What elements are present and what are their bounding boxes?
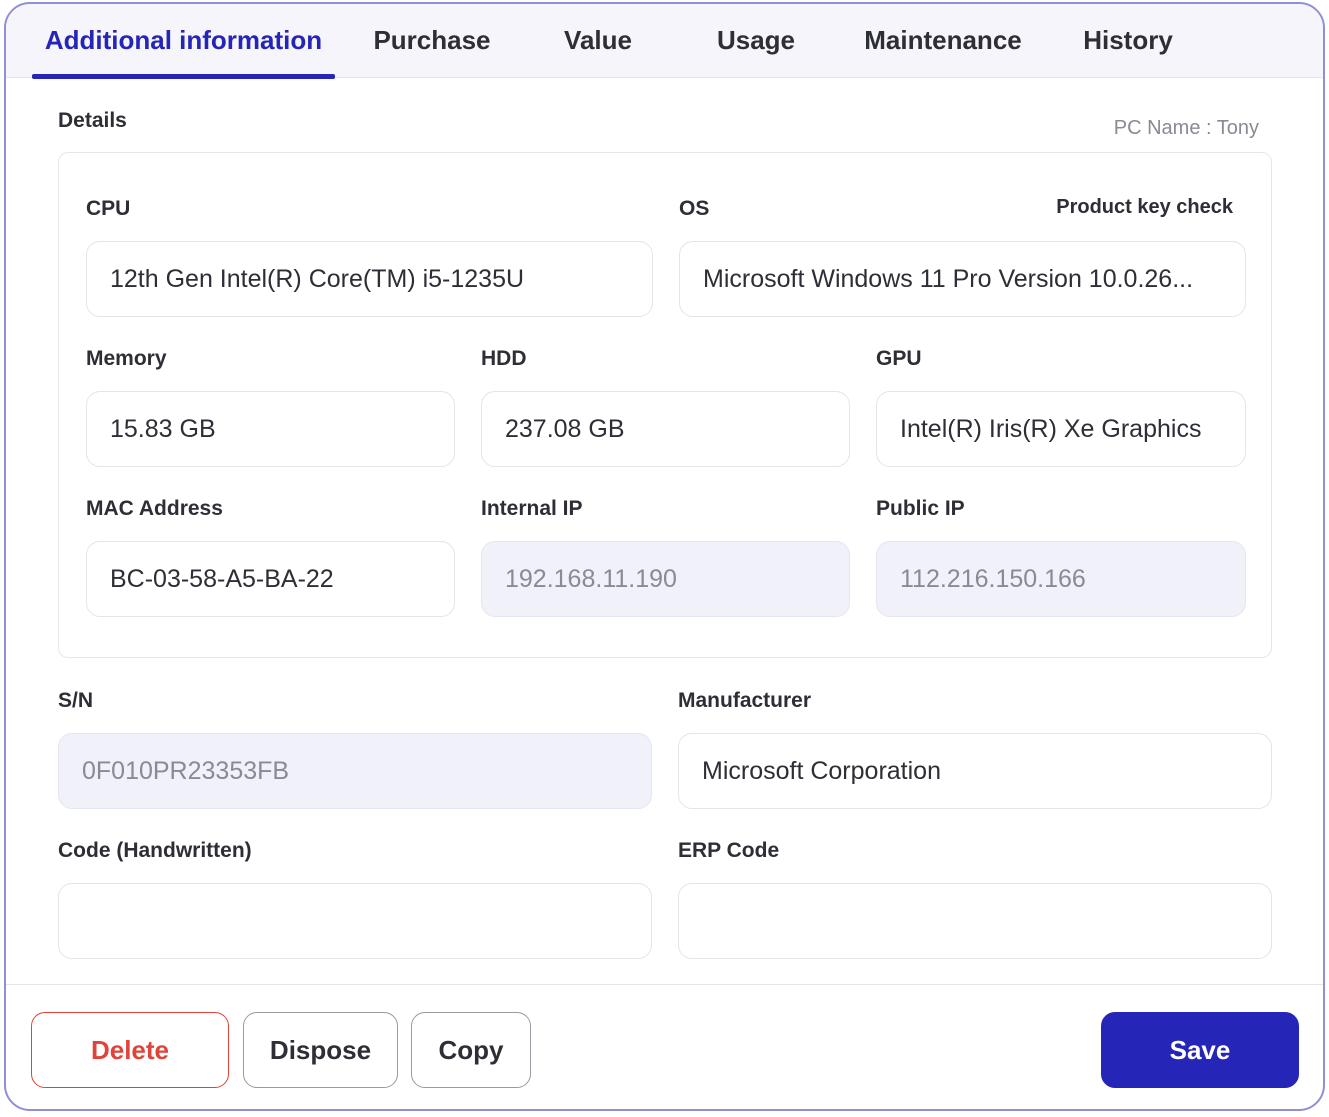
memory-field[interactable]: 15.83 GB	[86, 391, 455, 467]
gpu-field[interactable]: Intel(R) Iris(R) Xe Graphics	[876, 391, 1246, 467]
tab-purchase[interactable]: Purchase	[362, 4, 502, 78]
copy-button[interactable]: Copy	[411, 1012, 531, 1088]
cpu-field[interactable]: 12th Gen Intel(R) Core(TM) i5-1235U	[86, 241, 653, 317]
internal-ip-field: 192.168.11.190	[481, 541, 850, 617]
tab-bar: Additional information Purchase Value Us…	[6, 4, 1323, 79]
tab-maintenance[interactable]: Maintenance	[854, 4, 1032, 78]
tab-label: Maintenance	[864, 25, 1022, 55]
delete-button[interactable]: Delete	[31, 1012, 229, 1088]
tab-label: History	[1083, 25, 1173, 55]
tab-value[interactable]: Value	[546, 4, 650, 78]
public-ip-field: 112.216.150.166	[876, 541, 1246, 617]
cpu-label: CPU	[86, 197, 131, 220]
asset-detail-panel: Additional information Purchase Value Us…	[4, 2, 1325, 1111]
details-heading: Details	[58, 109, 127, 132]
erp-code-label: ERP Code	[678, 839, 780, 862]
sn-field: 0F010PR23353FB	[58, 733, 652, 809]
internal-ip-label: Internal IP	[481, 497, 583, 520]
product-key-check-link[interactable]: Product key check	[1056, 196, 1233, 219]
hdd-label: HDD	[481, 347, 527, 370]
os-field[interactable]: Microsoft Windows 11 Pro Version 10.0.26…	[679, 241, 1246, 317]
pc-name-text: PC Name : Tony	[1113, 117, 1259, 139]
hdd-field[interactable]: 237.08 GB	[481, 391, 850, 467]
tab-label: Purchase	[373, 25, 491, 55]
dispose-button[interactable]: Dispose	[243, 1012, 398, 1088]
code-handwritten-field[interactable]	[58, 883, 652, 959]
tab-label: Additional information	[44, 25, 323, 55]
gpu-label: GPU	[876, 347, 922, 370]
tab-label: Value	[564, 25, 632, 55]
details-box: CPU OS Product key check 12th Gen Intel(…	[58, 152, 1272, 658]
public-ip-label: Public IP	[876, 497, 965, 520]
tab-label: Usage	[716, 25, 796, 55]
manufacturer-field[interactable]: Microsoft Corporation	[678, 733, 1272, 809]
code-handwritten-label: Code (Handwritten)	[58, 839, 252, 862]
save-button[interactable]: Save	[1101, 1012, 1299, 1088]
tab-usage[interactable]: Usage	[700, 4, 812, 78]
mac-address-field[interactable]: BC-03-58-A5-BA-22	[86, 541, 455, 617]
os-label: OS	[679, 197, 710, 220]
mac-address-label: MAC Address	[86, 497, 223, 520]
memory-label: Memory	[86, 347, 167, 370]
sn-label: S/N	[58, 689, 94, 712]
erp-code-field[interactable]	[678, 883, 1272, 959]
tab-history[interactable]: History	[1072, 4, 1184, 78]
footer-divider	[6, 984, 1323, 985]
manufacturer-label: Manufacturer	[678, 689, 812, 712]
tab-additional-information[interactable]: Additional information	[32, 4, 335, 79]
